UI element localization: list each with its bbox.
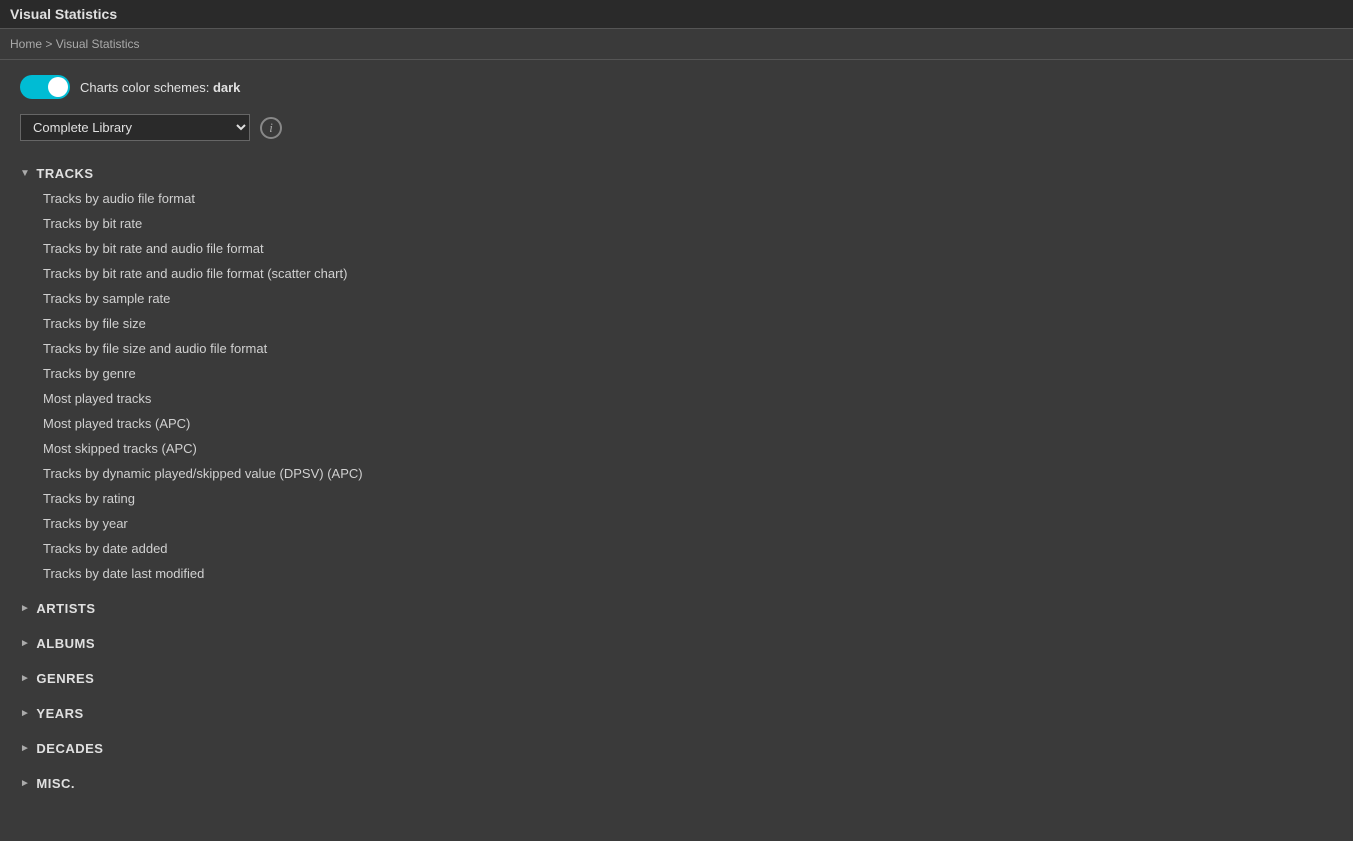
list-item[interactable]: Tracks by bit rate and audio file format…: [35, 261, 1333, 286]
section-label-decades: DECADES: [36, 741, 103, 756]
title-bar: Visual Statistics: [0, 0, 1353, 29]
list-item[interactable]: Tracks by bit rate: [35, 211, 1333, 236]
section-tracks: ▼TRACKSTracks by audio file formatTracks…: [20, 161, 1333, 586]
section-artists: ► ARTISTS: [20, 596, 1333, 621]
section-label-genres: GENRES: [36, 671, 94, 686]
content: Charts color schemes: dark Complete Libr…: [0, 60, 1353, 821]
section-misc: ► MISC.: [20, 771, 1333, 796]
list-item[interactable]: Tracks by dynamic played/skipped value (…: [35, 461, 1333, 486]
section-label-albums: ALBUMS: [36, 636, 95, 651]
breadcrumb-home[interactable]: Home: [10, 37, 42, 51]
list-item[interactable]: Tracks by file size and audio file forma…: [35, 336, 1333, 361]
breadcrumb: Home > Visual Statistics: [0, 29, 1353, 60]
toggle-row: Charts color schemes: dark: [20, 75, 1333, 99]
list-item[interactable]: Most played tracks: [35, 386, 1333, 411]
breadcrumb-current: Visual Statistics: [56, 37, 140, 51]
section-header-tracks[interactable]: ▼ TRACKS: [20, 161, 1333, 186]
list-item[interactable]: Tracks by audio file format: [35, 186, 1333, 211]
section-header-albums[interactable]: ► ALBUMS: [20, 631, 1333, 656]
section-header-years[interactable]: ► YEARS: [20, 701, 1333, 726]
list-item[interactable]: Tracks by rating: [35, 486, 1333, 511]
section-header-decades[interactable]: ► DECADES: [20, 736, 1333, 761]
section-arrow-decades: ►: [20, 743, 30, 754]
section-decades: ► DECADES: [20, 736, 1333, 761]
library-select[interactable]: Complete Library: [20, 114, 250, 141]
section-header-genres[interactable]: ► GENRES: [20, 666, 1333, 691]
page-title: Visual Statistics: [10, 6, 117, 22]
section-arrow-years: ►: [20, 708, 30, 719]
color-scheme-toggle[interactable]: [20, 75, 70, 99]
section-header-misc[interactable]: ► MISC.: [20, 771, 1333, 796]
list-item[interactable]: Tracks by bit rate and audio file format: [35, 236, 1333, 261]
section-items-tracks: Tracks by audio file formatTracks by bit…: [20, 186, 1333, 586]
list-item[interactable]: Tracks by date added: [35, 536, 1333, 561]
section-albums: ► ALBUMS: [20, 631, 1333, 656]
toggle-knob: [48, 77, 68, 97]
list-item[interactable]: Tracks by file size: [35, 311, 1333, 336]
section-label-years: YEARS: [36, 706, 83, 721]
section-arrow-misc: ►: [20, 778, 30, 789]
section-label-tracks: TRACKS: [36, 166, 93, 181]
section-genres: ► GENRES: [20, 666, 1333, 691]
list-item[interactable]: Most played tracks (APC): [35, 411, 1333, 436]
section-label-artists: ARTISTS: [36, 601, 95, 616]
section-arrow-genres: ►: [20, 673, 30, 684]
sections-container: ▼TRACKSTracks by audio file formatTracks…: [20, 161, 1333, 796]
list-item[interactable]: Tracks by genre: [35, 361, 1333, 386]
list-item[interactable]: Most skipped tracks (APC): [35, 436, 1333, 461]
color-scheme-label: Charts color schemes: dark: [80, 80, 240, 95]
list-item[interactable]: Tracks by sample rate: [35, 286, 1333, 311]
section-header-artists[interactable]: ► ARTISTS: [20, 596, 1333, 621]
section-arrow-albums: ►: [20, 638, 30, 649]
section-arrow-artists: ►: [20, 603, 30, 614]
info-icon[interactable]: i: [260, 117, 282, 139]
breadcrumb-separator: >: [45, 37, 52, 51]
section-arrow-tracks: ▼: [20, 168, 30, 179]
section-label-misc: MISC.: [36, 776, 75, 791]
library-row: Complete Library i: [20, 114, 1333, 141]
list-item[interactable]: Tracks by year: [35, 511, 1333, 536]
list-item[interactable]: Tracks by date last modified: [35, 561, 1333, 586]
section-years: ► YEARS: [20, 701, 1333, 726]
toggle-track[interactable]: [20, 75, 70, 99]
